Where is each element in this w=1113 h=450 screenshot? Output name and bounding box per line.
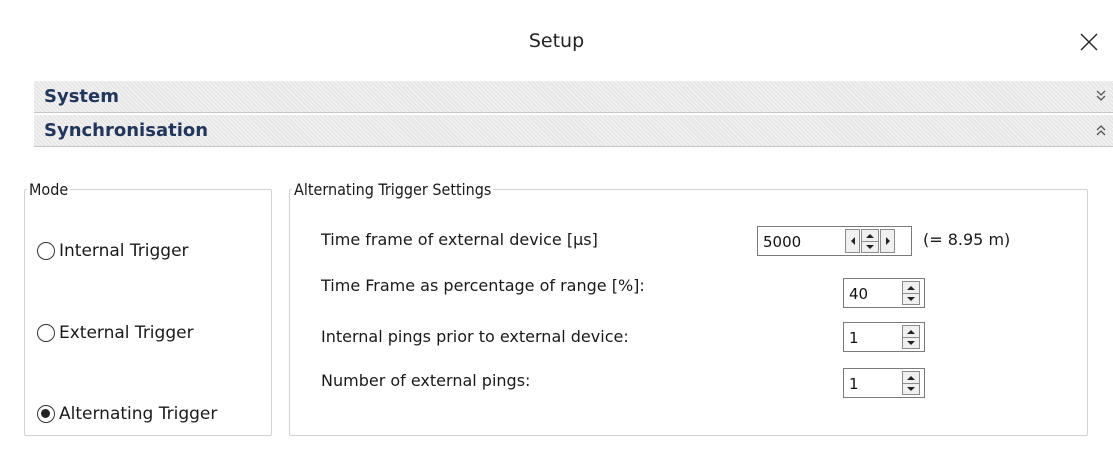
time-frame-input[interactable]	[757, 226, 912, 256]
internal-pings-label: Internal pings prior to external device:	[321, 327, 629, 346]
arrow-down-icon	[907, 296, 915, 301]
external-pings-label: Number of external pings:	[321, 371, 531, 390]
radio-alternating-trigger[interactable]: Alternating Trigger	[37, 402, 217, 426]
spin-down-button[interactable]	[903, 337, 919, 348]
arrow-up-icon	[907, 285, 915, 290]
radio-circle	[37, 242, 55, 260]
arrow-up-icon	[866, 233, 874, 238]
external-pings-value[interactable]	[849, 375, 889, 393]
internal-pings-value[interactable]	[849, 329, 889, 347]
spin-down-button[interactable]	[903, 383, 919, 394]
time-frame-equivalent: (= 8.95 m)	[923, 230, 1011, 249]
mode-group: Mode Internal Trigger External Trigger A…	[24, 180, 272, 436]
arrow-down-icon	[907, 386, 915, 391]
radio-label: Internal Trigger	[59, 241, 189, 261]
arrow-right-icon	[885, 237, 890, 245]
arrow-down-icon	[866, 244, 874, 249]
radio-label: Alternating Trigger	[59, 404, 218, 424]
alternating-settings-legend: Alternating Trigger Settings	[294, 180, 492, 199]
window-title: Setup	[528, 30, 585, 52]
arrow-up-icon	[907, 375, 915, 380]
percentage-input[interactable]	[843, 278, 925, 308]
external-pings-spinner[interactable]	[902, 371, 920, 395]
decrement-left-button[interactable]	[845, 229, 860, 253]
close-button[interactable]	[1071, 22, 1107, 62]
radio-label: External Trigger	[59, 323, 194, 343]
radio-circle	[37, 324, 55, 342]
radio-internal-trigger[interactable]: Internal Trigger	[37, 239, 189, 263]
arrow-down-icon	[907, 340, 915, 345]
section-label-synchronisation: Synchronisation	[44, 120, 209, 141]
section-header-system[interactable]: System	[34, 81, 1113, 113]
spin-down-button[interactable]	[862, 241, 878, 252]
internal-pings-input[interactable]	[843, 322, 925, 352]
percentage-label: Time Frame as percentage of range [%]:	[321, 276, 645, 295]
time-frame-value[interactable]	[763, 233, 833, 251]
section-label-system: System	[44, 86, 119, 107]
time-frame-label: Time frame of external device [µs]	[321, 230, 598, 249]
arrow-left-icon	[850, 237, 855, 245]
section-header-synchronisation[interactable]: Synchronisation	[34, 115, 1113, 147]
external-pings-input[interactable]	[843, 368, 925, 398]
percentage-spinner[interactable]	[902, 281, 920, 305]
arrow-up-icon	[907, 329, 915, 334]
percentage-value[interactable]	[849, 285, 889, 303]
close-icon	[1080, 33, 1098, 51]
mode-legend: Mode	[29, 180, 69, 199]
chevron-double-up-icon	[1096, 125, 1106, 136]
spin-down-button[interactable]	[903, 293, 919, 304]
internal-pings-spinner[interactable]	[902, 325, 920, 349]
time-frame-spinner[interactable]	[861, 229, 879, 253]
radio-circle-checked	[37, 405, 55, 423]
chevron-double-down-icon	[1096, 90, 1106, 101]
title-bar: Setup	[0, 0, 1113, 76]
radio-external-trigger[interactable]: External Trigger	[37, 321, 194, 345]
increment-right-button[interactable]	[880, 229, 895, 253]
alternating-settings-group: Alternating Trigger Settings	[289, 180, 1088, 436]
